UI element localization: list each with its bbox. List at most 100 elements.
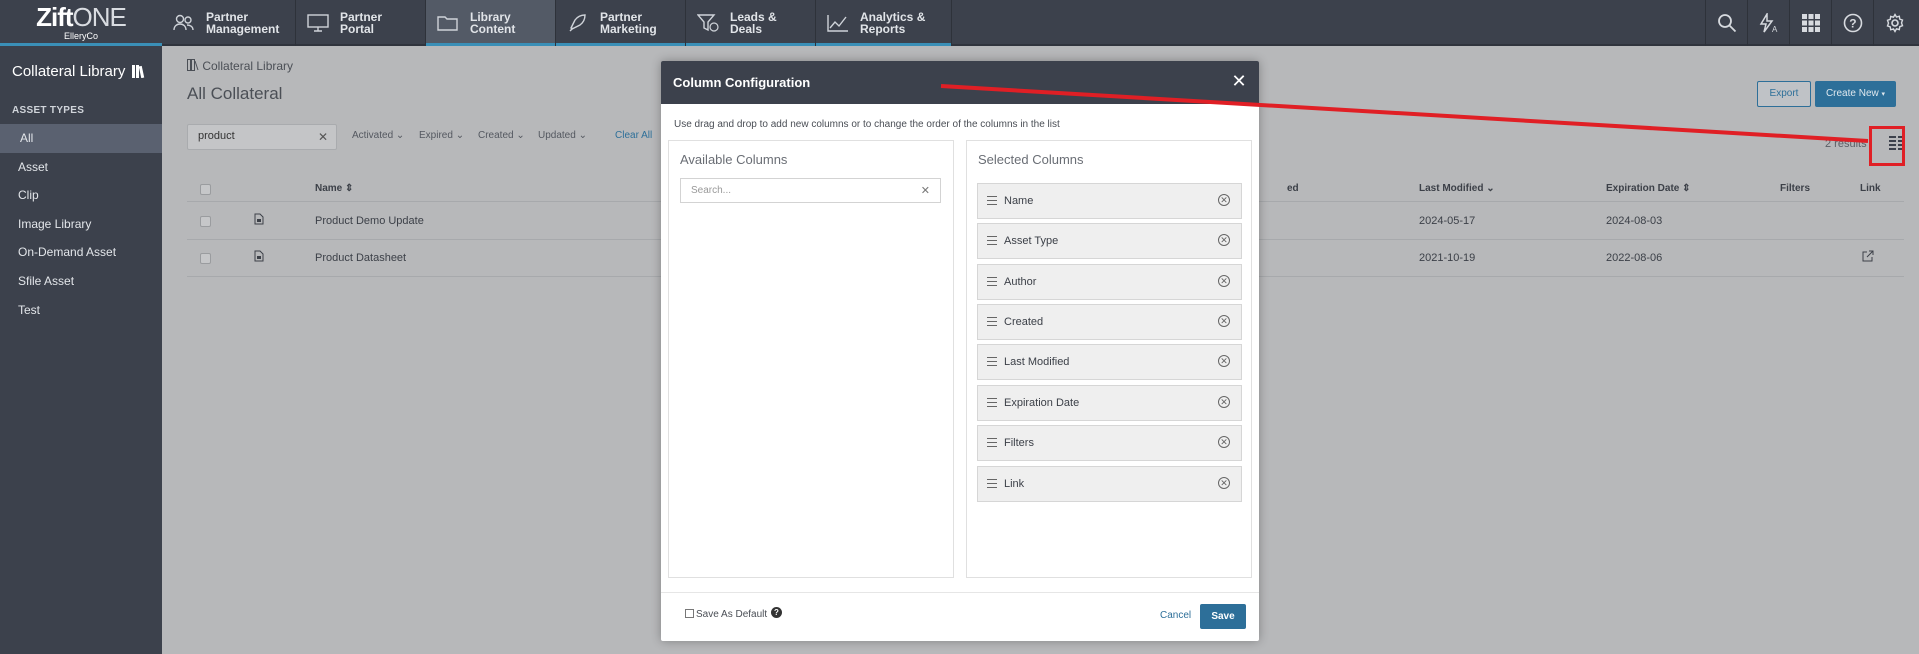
clear-search-icon[interactable]: ✕ [921,184,930,197]
export-button[interactable]: Export [1757,81,1811,107]
line-chart-icon [826,13,850,33]
breadcrumb[interactable]: Collateral Library [187,59,293,74]
row-name[interactable]: Product Demo Update [315,215,424,227]
remove-circle-icon[interactable]: ✕ [1218,315,1230,327]
drag-handle-icon[interactable] [987,236,997,245]
drag-handle-icon[interactable] [987,196,997,205]
column-search-input[interactable]: Search... ✕ [680,178,941,203]
select-all-checkbox[interactable] [200,184,211,195]
sidebar-item-on-demand-asset[interactable]: On-Demand Asset [0,238,162,267]
remove-circle-icon[interactable]: ✕ [1218,275,1230,287]
cancel-button[interactable]: Cancel [1160,610,1191,621]
sidebar-title: Collateral Library [12,63,146,82]
search-value: product [198,130,235,142]
row-expiration: 2024-08-03 [1606,215,1663,227]
row-checkbox[interactable] [200,253,211,264]
caret-down-icon: ▾ [1881,91,1886,98]
sort-icon: ⇕ [1682,183,1691,194]
selected-column-item[interactable]: Expiration Date ✕ [977,385,1242,421]
selected-column-item[interactable]: Name ✕ [977,183,1242,219]
column-header-expiration-date[interactable]: Expiration Date ⇕ [1606,183,1691,194]
selected-column-item[interactable]: Asset Type ✕ [977,223,1242,259]
column-header-name[interactable]: Name ⇕ [315,183,353,194]
sidebar-item-all[interactable]: All [0,124,162,153]
column-header-partial[interactable]: ed [1287,183,1299,194]
nav-tab-partner-marketing[interactable]: Partner Marketing [556,0,686,46]
save-as-default-label: Save As Default [696,609,768,620]
remove-circle-icon[interactable]: ✕ [1218,436,1230,448]
create-new-button[interactable]: Create New ▾ [1815,81,1896,107]
annotation-highlight-box [1869,126,1905,166]
remove-circle-icon[interactable]: ✕ [1218,477,1230,489]
available-columns-panel[interactable]: Available Columns Search... ✕ [668,140,954,578]
remove-circle-icon[interactable]: ✕ [1218,234,1230,246]
drag-handle-icon[interactable] [987,479,997,488]
available-columns-title: Available Columns [680,152,788,167]
drag-handle-icon[interactable] [987,277,997,286]
drag-handle-icon[interactable] [987,398,997,407]
selected-column-item[interactable]: Created ✕ [977,304,1242,340]
clear-all-link[interactable]: Clear All [615,130,652,141]
remove-circle-icon[interactable]: ✕ [1218,355,1230,367]
sidebar-item-asset[interactable]: Asset [0,153,162,182]
help-icon[interactable]: ? [1831,0,1873,46]
close-icon[interactable]: ✕ [1229,71,1249,91]
nav-tab-line2: Marketing [600,22,657,36]
nav-tab-library-content[interactable]: Library Content [426,0,556,46]
sidebar-item-clip[interactable]: Clip [0,181,162,210]
nav-tab-partner-management[interactable]: Partner Management [162,0,296,46]
chevron-down-icon: ⌄ [578,130,587,141]
filter-expired[interactable]: Expired ⌄ [419,130,464,141]
row-checkbox[interactable] [200,216,211,227]
help-icon[interactable]: ? [771,607,782,618]
filter-updated[interactable]: Updated ⌄ [538,130,587,141]
sidebar-item-test[interactable]: Test [0,296,162,325]
selected-column-item[interactable]: Last Modified ✕ [977,344,1242,380]
row-last-modified: 2021-10-19 [1419,252,1476,264]
checkbox-box[interactable] [685,609,694,618]
drag-handle-icon[interactable] [987,317,997,326]
lightning-a-icon[interactable]: A [1747,0,1789,46]
search-icon[interactable] [1705,0,1747,46]
remove-circle-icon[interactable]: ✕ [1218,194,1230,206]
column-header-filters: Filters [1780,183,1811,194]
save-as-default-checkbox[interactable]: Save As Default [685,609,767,620]
row-last-modified: 2024-05-17 [1419,215,1476,227]
app-logo[interactable]: ZiftONE ElleryCo [0,0,162,46]
sidebar-item-image-library[interactable]: Image Library [0,210,162,239]
column-header-link: Link [1860,183,1881,194]
drag-handle-icon[interactable] [987,357,997,366]
org-name: ElleryCo [63,31,98,41]
selected-column-item[interactable]: Filters ✕ [977,425,1242,461]
external-link-icon[interactable] [1862,250,1874,265]
search-input[interactable]: product ✕ [187,124,337,150]
selected-column-label: Created [1004,316,1044,328]
column-header-label: Last Modified [1419,183,1484,194]
library-icon [187,59,199,74]
sidebar-item-sfile-asset[interactable]: Sfile Asset [0,267,162,296]
nav-tab-leads-deals[interactable]: Leads & Deals [686,0,816,46]
clear-search-icon[interactable]: ✕ [318,130,328,144]
results-count: 2 results [1825,138,1867,150]
remove-circle-icon[interactable]: ✕ [1218,396,1230,408]
chevron-down-icon: ⌄ [395,130,405,141]
selected-column-item[interactable]: Link ✕ [977,466,1242,502]
modal-footer-divider [661,592,1259,593]
nav-tab-line2: Management [206,22,280,36]
filter-activated[interactable]: Activated ⌄ [352,130,404,141]
nav-tab-analytics-reports[interactable]: Analytics & Reports [816,0,952,46]
folder-icon [436,13,460,33]
column-header-last-modified[interactable]: Last Modified ⌄ [1419,183,1495,194]
filter-created[interactable]: Created ⌄ [478,130,525,141]
page-title: All Collateral [187,84,283,103]
selected-columns-panel[interactable]: Selected Columns Name ✕ Asset Type ✕ Autho… [966,140,1252,578]
nav-tab-partner-portal[interactable]: Partner Portal [296,0,426,46]
document-icon [254,213,264,228]
row-name[interactable]: Product Datasheet [315,252,406,264]
save-button[interactable]: Save [1200,604,1246,629]
drag-handle-icon[interactable] [987,438,997,447]
gear-icon[interactable] [1873,0,1915,46]
selected-column-item[interactable]: Author ✕ [977,264,1242,300]
grid-icon[interactable] [1789,0,1831,46]
selected-columns-title: Selected Columns [978,152,1084,167]
